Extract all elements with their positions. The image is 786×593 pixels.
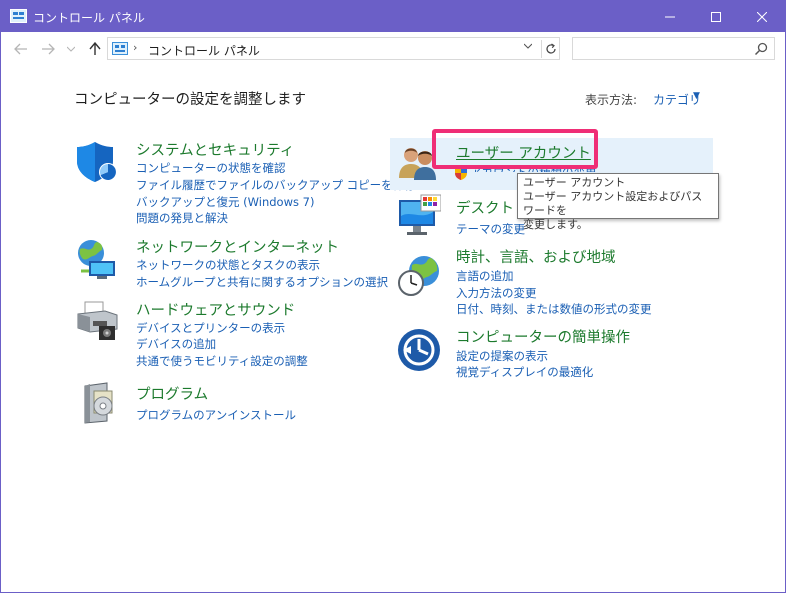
title-bar: コントロール パネル [1, 1, 785, 32]
refresh-icon [545, 43, 556, 54]
link-change-date-time-format[interactable]: 日付、時刻、または数値の形式の変更 [456, 301, 652, 317]
control-panel-icon [10, 9, 27, 23]
search-icon[interactable] [754, 42, 768, 56]
address-dropdown-button[interactable] [523, 41, 533, 52]
tooltip-line: ユーザー アカウント設定およびパスワードを [523, 190, 703, 217]
control-panel-icon [112, 42, 128, 55]
link-devices-printers[interactable]: デバイスとプリンターの表示 [136, 320, 285, 336]
breadcrumb-separator[interactable]: › [133, 41, 137, 54]
link-mobility-settings[interactable]: 共通で使うモビリティ設定の調整 [136, 353, 308, 369]
link-troubleshoot[interactable]: 問題の発見と解決 [136, 210, 228, 226]
forward-arrow-icon [42, 43, 55, 55]
clock-globe-icon[interactable] [397, 253, 441, 297]
forward-button[interactable] [39, 40, 57, 58]
control-panel-window: コントロール パネル › コントロール パネル › コンピューターの設定を調整し… [0, 0, 786, 593]
tooltip-line: ユーザー アカウント [523, 176, 626, 189]
up-arrow-icon [89, 42, 101, 55]
link-uninstall-program[interactable]: プログラムのアンインストール [136, 407, 296, 423]
category-title-ease-of-access[interactable]: コンピューターの簡単操作 [456, 326, 630, 347]
window-title: コントロール パネル [33, 11, 145, 25]
link-homegroup-sharing[interactable]: ホームグループと共有に関するオプションの選択 [136, 274, 388, 290]
user-accounts-tooltip: ユーザー アカウント ユーザー アカウント設定およびパスワードを 変更します。 [517, 173, 719, 231]
link-change-input-method[interactable]: 入力方法の変更 [456, 285, 537, 301]
link-check-computer-status[interactable]: コンピューターの状態を確認 [136, 160, 286, 176]
link-change-theme[interactable]: テーマの変更 [456, 221, 525, 237]
maximize-button[interactable] [693, 1, 739, 32]
category-title-desktop-customization[interactable]: デスクトップのカスタマイズ [456, 197, 515, 218]
network-globe-icon[interactable] [75, 237, 119, 281]
link-optimize-visual-display[interactable]: 視覚ディスプレイの最適化 [456, 364, 593, 380]
highlight-box [432, 129, 598, 169]
back-arrow-icon [14, 43, 27, 55]
close-icon [757, 11, 767, 22]
maximize-icon [711, 11, 721, 22]
up-button[interactable] [86, 40, 104, 58]
programs-icon[interactable] [77, 381, 121, 425]
link-network-status-tasks[interactable]: ネットワークの状態とタスクの表示 [136, 257, 320, 273]
category-title-hardware-sound[interactable]: ハードウェアとサウンド [136, 299, 295, 320]
link-add-device[interactable]: デバイスの追加 [136, 336, 216, 352]
recent-locations-button[interactable] [65, 40, 77, 58]
search-input[interactable] [575, 40, 745, 57]
address-bar[interactable]: › コントロール パネル › [107, 37, 560, 60]
category-title-system-security[interactable]: システムとセキュリティ [136, 139, 294, 160]
back-button[interactable] [12, 40, 30, 58]
close-button[interactable] [739, 1, 785, 32]
search-box[interactable] [572, 37, 775, 60]
refresh-button[interactable] [541, 40, 559, 58]
printer-icon[interactable] [75, 299, 119, 343]
link-add-language[interactable]: 言語の追加 [456, 268, 514, 284]
category-title-clock-language-region[interactable]: 時計、言語、および地域 [456, 246, 616, 267]
category-title-network-internet[interactable]: ネットワークとインターネット [136, 236, 339, 257]
breadcrumb-separator[interactable]: › [241, 41, 245, 54]
page-heading: コンピューターの設定を調整します [74, 92, 306, 108]
category-title-programs[interactable]: プログラム [136, 383, 208, 404]
view-by-label: 表示方法: [585, 93, 638, 107]
minimize-button[interactable] [647, 1, 693, 32]
desktop-icon[interactable] [397, 194, 441, 238]
shield-icon[interactable] [75, 139, 119, 183]
ease-of-access-icon[interactable] [397, 328, 441, 372]
view-by-dropdown-arrow[interactable]: ▼ [693, 91, 700, 101]
chevron-down-icon [67, 46, 75, 52]
link-settings-suggestions[interactable]: 設定の提案の表示 [456, 348, 548, 364]
chevron-down-icon [523, 43, 533, 49]
minimize-icon [665, 16, 675, 17]
tooltip-line: 変更します。 [523, 218, 588, 231]
link-file-history-backup[interactable]: ファイル履歴でファイルのバックアップ コピーを保存 [136, 177, 416, 193]
navigation-bar: › コントロール パネル › [1, 32, 785, 65]
link-backup-restore-win7[interactable]: バックアップと復元 (Windows 7) [136, 194, 314, 210]
